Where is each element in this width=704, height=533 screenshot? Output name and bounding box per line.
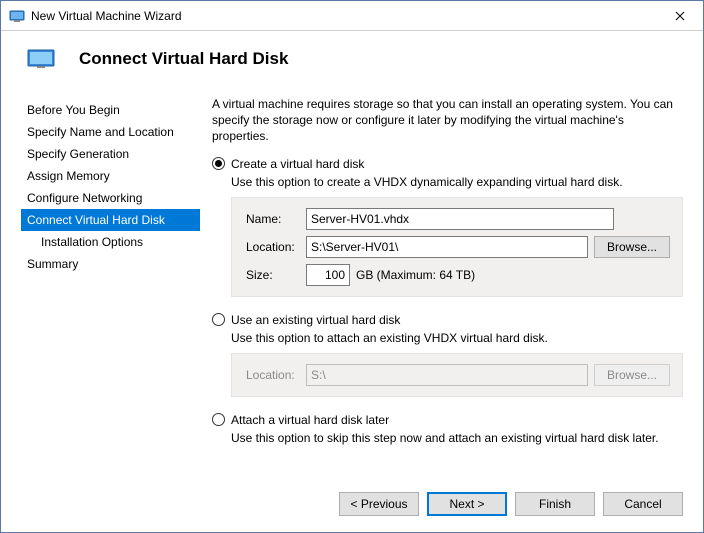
location-label: Location: (246, 240, 306, 254)
previous-button[interactable]: < Previous (339, 492, 419, 516)
wizard-icon (27, 49, 55, 69)
name-label: Name: (246, 212, 306, 226)
app-icon (9, 8, 25, 24)
existing-location-label: Location: (246, 368, 306, 382)
page-title: Connect Virtual Hard Disk (79, 49, 288, 69)
radio-label: Create a virtual hard disk (231, 157, 364, 171)
window-title: New Virtual Machine Wizard (31, 9, 657, 23)
radio-icon (212, 157, 225, 170)
size-unit: GB (Maximum: 64 TB) (356, 268, 475, 282)
step-assign-memory[interactable]: Assign Memory (21, 165, 200, 187)
existing-browse-button: Browse... (594, 364, 670, 386)
step-sidebar: Before You Begin Specify Name and Locati… (21, 93, 200, 478)
create-form-box: Name: Location: Browse... Size: GB (Maxi… (231, 197, 683, 297)
option-existing-vhd: Use an existing virtual hard disk Use th… (212, 313, 683, 397)
radio-existing-vhd[interactable]: Use an existing virtual hard disk (212, 313, 683, 327)
option-create-desc: Use this option to create a VHDX dynamic… (231, 175, 683, 189)
radio-attach-later[interactable]: Attach a virtual hard disk later (212, 413, 683, 427)
next-button[interactable]: Next > (427, 492, 507, 516)
titlebar: New Virtual Machine Wizard (1, 1, 703, 31)
step-specify-name[interactable]: Specify Name and Location (21, 121, 200, 143)
radio-label: Attach a virtual hard disk later (231, 413, 389, 427)
content-pane: A virtual machine requires storage so th… (200, 93, 683, 478)
intro-text: A virtual machine requires storage so th… (212, 96, 683, 145)
close-button[interactable] (657, 1, 703, 31)
step-before-you-begin[interactable]: Before You Begin (21, 99, 200, 121)
browse-button[interactable]: Browse... (594, 236, 670, 258)
radio-label: Use an existing virtual hard disk (231, 313, 400, 327)
step-summary[interactable]: Summary (21, 253, 200, 275)
wizard-body: Before You Begin Specify Name and Locati… (1, 93, 703, 478)
name-input[interactable] (306, 208, 614, 230)
cancel-button[interactable]: Cancel (603, 492, 683, 516)
existing-form-box: Location: Browse... (231, 353, 683, 397)
size-input[interactable] (306, 264, 350, 286)
step-configure-networking[interactable]: Configure Networking (21, 187, 200, 209)
step-specify-generation[interactable]: Specify Generation (21, 143, 200, 165)
option-create-vhd: Create a virtual hard disk Use this opti… (212, 157, 683, 297)
option-attach-later: Attach a virtual hard disk later Use thi… (212, 413, 683, 445)
wizard-footer: < Previous Next > Finish Cancel (1, 478, 703, 532)
step-connect-vhd[interactable]: Connect Virtual Hard Disk (21, 209, 200, 231)
option-existing-desc: Use this option to attach an existing VH… (231, 331, 683, 345)
option-later-desc: Use this option to skip this step now an… (231, 431, 683, 445)
step-installation-options[interactable]: Installation Options (21, 231, 200, 253)
wizard-window: New Virtual Machine Wizard Connect Virtu… (0, 0, 704, 533)
size-label: Size: (246, 268, 306, 282)
page-header: Connect Virtual Hard Disk (1, 31, 703, 93)
existing-location-input (306, 364, 588, 386)
radio-create-vhd[interactable]: Create a virtual hard disk (212, 157, 683, 171)
radio-icon (212, 313, 225, 326)
location-input[interactable] (306, 236, 588, 258)
finish-button[interactable]: Finish (515, 492, 595, 516)
radio-icon (212, 413, 225, 426)
